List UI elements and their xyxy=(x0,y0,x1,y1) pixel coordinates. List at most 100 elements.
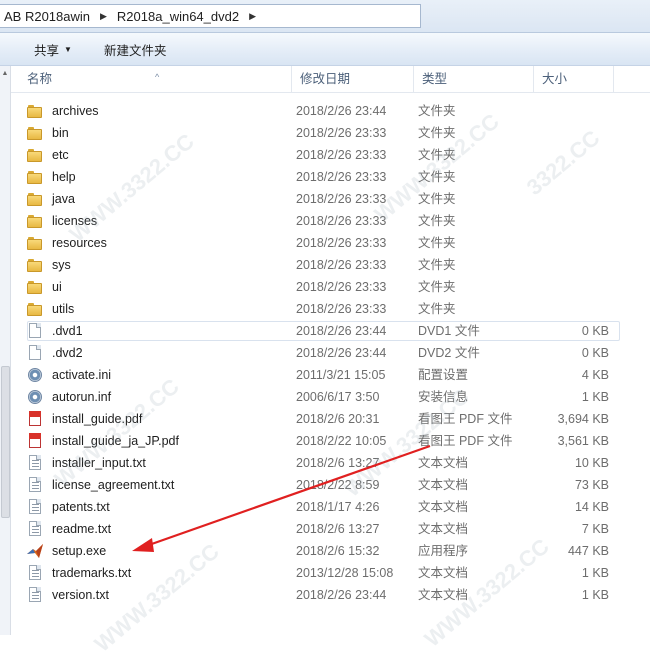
file-name[interactable]: activate.ini xyxy=(52,364,111,386)
file-modified-date: 2018/2/6 15:32 xyxy=(296,544,380,558)
file-row[interactable]: install_guide_ja_JP.pdf 2018/2/22 10:05 看图… xyxy=(11,430,650,452)
file-row[interactable]: .dvd1 2018/2/26 23:44 DVD1 文件 0 KB xyxy=(11,320,650,342)
file-name[interactable]: version.txt xyxy=(52,584,109,606)
file-row[interactable]: readme.txt 2018/2/6 13:27 文本文档 7 KB xyxy=(11,518,650,540)
share-button[interactable]: 共享 ▼ xyxy=(22,37,84,62)
breadcrumb[interactable]: AB R2018awin ▶ R2018a_win64_dvd2 ▶ xyxy=(0,4,421,28)
sort-ascending-icon: ^ xyxy=(155,72,160,82)
column-header-name-label: 名称 xyxy=(27,72,53,86)
file-name[interactable]: licenses xyxy=(52,210,97,232)
breadcrumb-separator-icon[interactable]: ▶ xyxy=(243,11,262,22)
share-button-label: 共享 xyxy=(34,43,60,58)
folder-icon xyxy=(27,125,43,141)
file-row[interactable]: install_guide.pdf 2018/2/6 20:31 看图王 PDF 文… xyxy=(11,408,650,430)
file-name[interactable]: license_agreement.txt xyxy=(52,474,174,496)
file-name[interactable]: ui xyxy=(52,276,62,298)
file-row[interactable]: ui 2018/2/26 23:33 文件夹 xyxy=(11,276,650,298)
file-size: 73 KB xyxy=(574,478,609,492)
file-modified-date: 2018/2/26 23:44 xyxy=(296,104,387,118)
file-row[interactable]: help 2018/2/26 23:33 文件夹 xyxy=(11,166,650,188)
settings-file-icon xyxy=(27,367,43,383)
file-type: 文件夹 xyxy=(418,192,456,206)
scrollbar-thumb[interactable] xyxy=(1,366,10,518)
command-bar: 共享 ▼ 新建文件夹 xyxy=(0,33,650,66)
pdf-file-icon xyxy=(27,433,43,449)
file-size: 1 KB xyxy=(581,566,609,580)
file-row[interactable]: archives 2018/2/26 23:44 文件夹 xyxy=(11,100,650,122)
file-name[interactable]: .dvd2 xyxy=(52,342,83,364)
file-row[interactable]: resources 2018/2/26 23:33 文件夹 xyxy=(11,232,650,254)
file-modified-date: 2018/2/6 13:27 xyxy=(296,522,380,536)
file-name[interactable]: sys xyxy=(52,254,71,276)
text-file-icon xyxy=(27,499,43,515)
file-row[interactable]: license_agreement.txt 2018/2/22 8:59 文本文档 7… xyxy=(11,474,650,496)
file-row[interactable]: java 2018/2/26 23:33 文件夹 xyxy=(11,188,650,210)
file-size: 7 KB xyxy=(581,522,609,536)
file-row[interactable]: sys 2018/2/26 23:33 文件夹 xyxy=(11,254,650,276)
file-name[interactable]: patents.txt xyxy=(52,496,110,518)
settings-file-icon xyxy=(27,389,43,405)
file-type: 文本文档 xyxy=(418,522,469,536)
file-name[interactable]: install_guide.pdf xyxy=(52,408,142,430)
file-row[interactable]: activate.ini 2011/3/21 15:05 配置设置 4 KB xyxy=(11,364,650,386)
file-name[interactable]: archives xyxy=(52,100,99,122)
file-name[interactable]: trademarks.txt xyxy=(52,562,131,584)
file-row[interactable]: version.txt 2018/2/26 23:44 文本文档 1 KB xyxy=(11,584,650,606)
new-folder-button[interactable]: 新建文件夹 xyxy=(92,37,179,62)
file-name[interactable]: autorun.inf xyxy=(52,386,111,408)
file-name[interactable]: resources xyxy=(52,232,107,254)
file-name[interactable]: bin xyxy=(52,122,69,144)
file-name[interactable]: java xyxy=(52,188,75,210)
folder-icon xyxy=(27,301,43,317)
breadcrumb-item-parent[interactable]: AB R2018awin xyxy=(0,9,94,24)
file-type: 文件夹 xyxy=(418,148,456,162)
file-name[interactable]: etc xyxy=(52,144,69,166)
file-row[interactable]: .dvd2 2018/2/26 23:44 DVD2 文件 0 KB xyxy=(11,342,650,364)
file-modified-date: 2018/2/26 23:44 xyxy=(296,346,387,360)
file-row[interactable]: licenses 2018/2/26 23:33 文件夹 xyxy=(11,210,650,232)
file-type: 文件夹 xyxy=(418,126,456,140)
column-header-date[interactable]: 修改日期 xyxy=(292,66,414,92)
file-row[interactable]: autorun.inf 2006/6/17 3:50 安装信息 1 KB xyxy=(11,386,650,408)
file-type: 文件夹 xyxy=(418,258,456,272)
file-name[interactable]: readme.txt xyxy=(52,518,111,540)
file-name[interactable]: .dvd1 xyxy=(52,320,83,342)
file-row[interactable]: bin 2018/2/26 23:33 文件夹 xyxy=(11,122,650,144)
file-row[interactable]: installer_input.txt 2018/2/6 13:27 文本文档 10 … xyxy=(11,452,650,474)
folder-icon xyxy=(27,169,43,185)
file-type: 配置设置 xyxy=(418,368,469,382)
file-size: 14 KB xyxy=(574,500,609,514)
scroll-up-icon[interactable]: ▲ xyxy=(0,70,10,80)
file-icon xyxy=(27,345,43,361)
file-name[interactable]: installer_input.txt xyxy=(52,452,146,474)
file-modified-date: 2018/2/6 13:27 xyxy=(296,456,380,470)
breadcrumb-item-current[interactable]: R2018a_win64_dvd2 xyxy=(113,9,243,24)
file-name[interactable]: setup.exe xyxy=(52,540,106,562)
file-modified-date: 2018/2/26 23:33 xyxy=(296,258,387,272)
breadcrumb-separator-icon[interactable]: ▶ xyxy=(94,11,113,22)
file-modified-date: 2018/2/26 23:33 xyxy=(296,214,387,228)
navigation-pane-scrollbar[interactable]: ▲ xyxy=(0,66,11,635)
text-file-icon xyxy=(27,477,43,493)
file-size: 0 KB xyxy=(581,324,609,338)
file-row[interactable]: utils 2018/2/26 23:33 文件夹 xyxy=(11,298,650,320)
column-header-type[interactable]: 类型 xyxy=(414,66,534,92)
file-type: 文本文档 xyxy=(418,456,469,470)
file-name[interactable]: utils xyxy=(52,298,74,320)
file-row[interactable]: patents.txt 2018/1/17 4:26 文本文档 14 KB xyxy=(11,496,650,518)
file-list: archives 2018/2/26 23:44 文件夹 bin 2018/2/26 2… xyxy=(11,100,650,606)
file-modified-date: 2018/2/26 23:44 xyxy=(296,588,387,602)
file-row[interactable]: setup.exe 2018/2/6 15:32 应用程序 447 KB xyxy=(11,540,650,562)
file-size: 1 KB xyxy=(581,588,609,602)
file-type: 文件夹 xyxy=(418,236,456,250)
file-type: 文件夹 xyxy=(418,280,456,294)
column-header-size[interactable]: 大小 xyxy=(534,66,614,92)
column-header-name[interactable]: 名称 ^ xyxy=(19,66,292,92)
file-row[interactable]: etc 2018/2/26 23:33 文件夹 xyxy=(11,144,650,166)
file-name[interactable]: help xyxy=(52,166,76,188)
folder-icon xyxy=(27,235,43,251)
file-name[interactable]: install_guide_ja_JP.pdf xyxy=(52,430,179,452)
text-file-icon xyxy=(27,565,43,581)
file-type: 文件夹 xyxy=(418,170,456,184)
file-row[interactable]: trademarks.txt 2013/12/28 15:08 文本文档 1 KB xyxy=(11,562,650,584)
